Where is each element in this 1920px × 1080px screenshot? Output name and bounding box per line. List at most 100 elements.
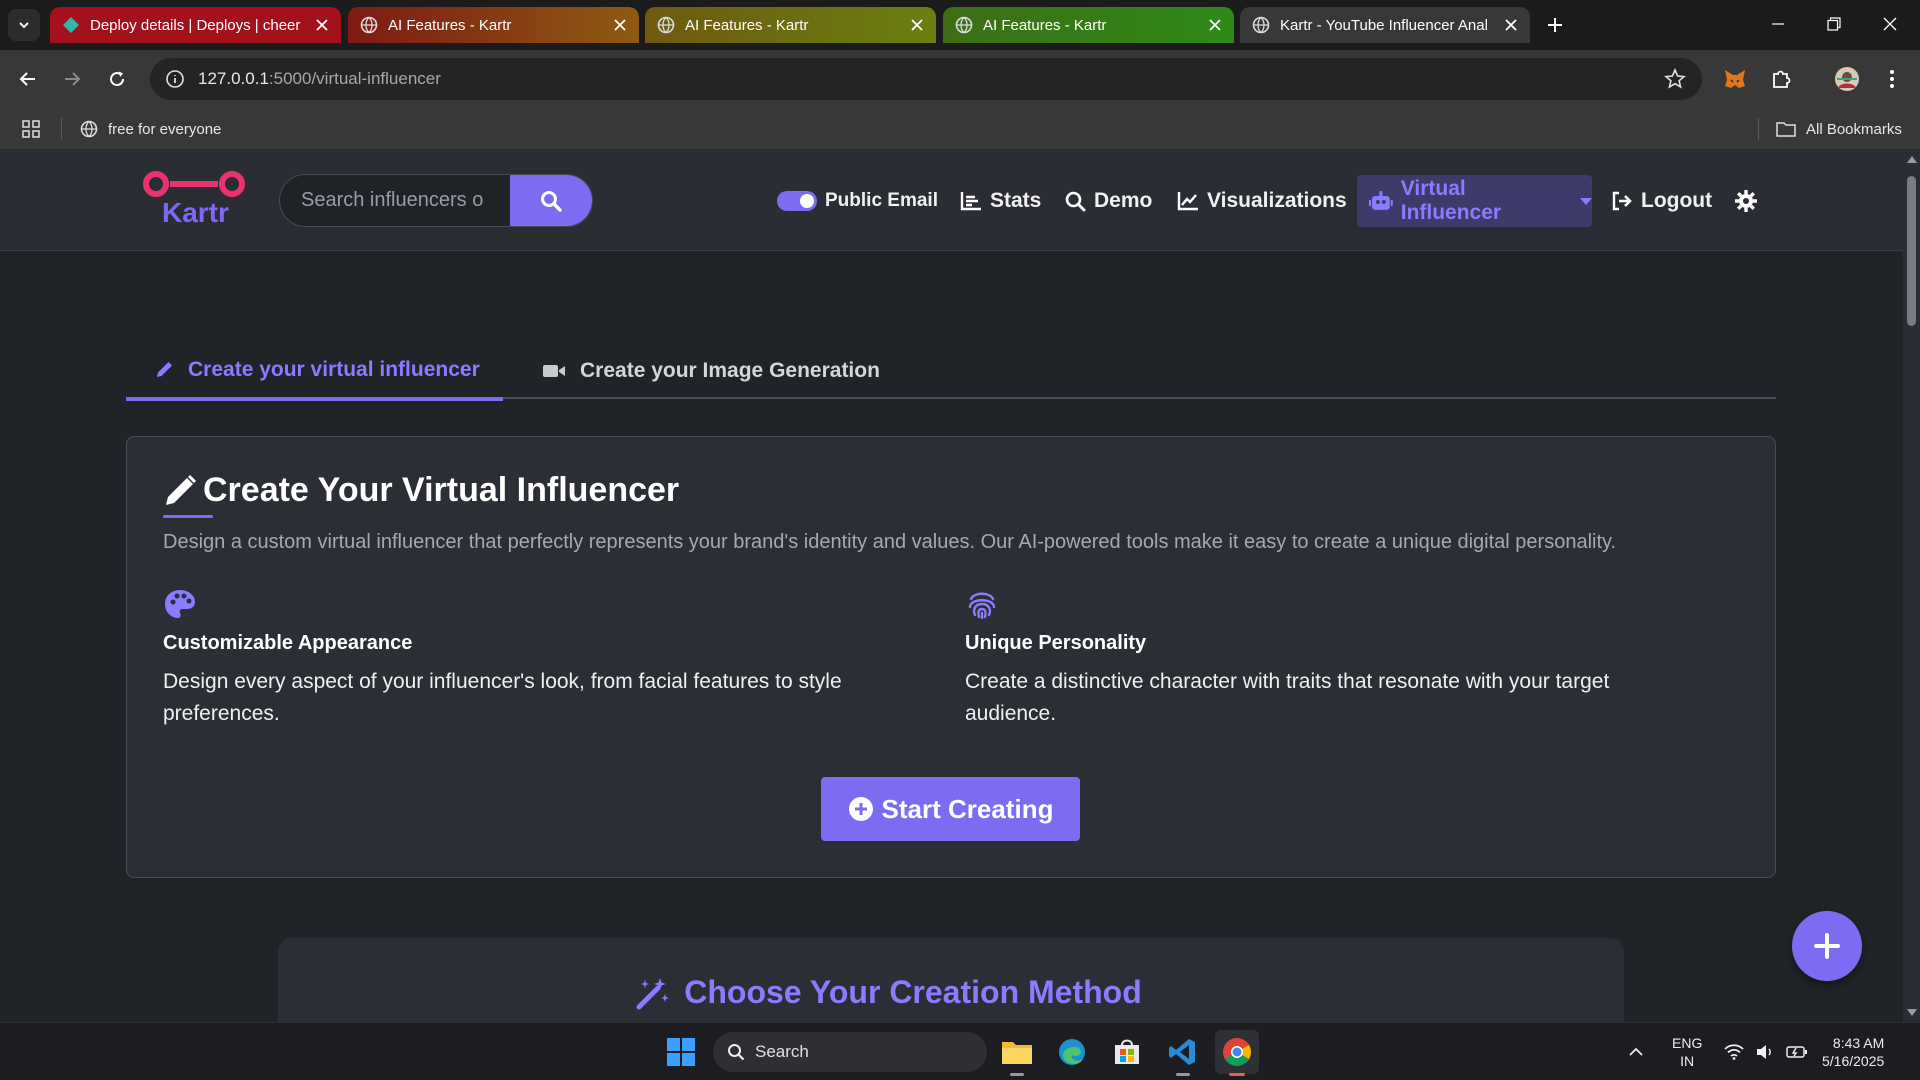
robot-icon	[1369, 191, 1393, 210]
search-button[interactable]	[510, 175, 592, 226]
edge-browser-icon	[1059, 1039, 1085, 1065]
search-input[interactable]	[280, 175, 512, 226]
nav-stats-link[interactable]: Stats	[960, 180, 1041, 222]
tab-title: AI Features - Kartr	[983, 16, 1107, 34]
arrow-right-icon	[65, 72, 81, 86]
close-icon[interactable]	[611, 16, 629, 34]
fingerprint-icon	[968, 592, 996, 620]
plus-icon	[1814, 933, 1840, 959]
plus-circle-icon	[848, 797, 873, 821]
start-button[interactable]	[659, 1030, 703, 1074]
page-viewport: Kartr Public Email Stats Demo Visualizat…	[0, 150, 1920, 1022]
tray-overflow-button[interactable]	[1628, 1023, 1644, 1080]
nav-logout-link[interactable]: Logout	[1611, 180, 1712, 222]
reload-button[interactable]	[101, 63, 133, 95]
running-indicator	[1176, 1073, 1190, 1076]
all-bookmarks-label: All Bookmarks	[1806, 120, 1902, 138]
tab-search-button[interactable]	[8, 9, 40, 41]
nav-logout-label: Logout	[1641, 189, 1713, 212]
nav-demo-link[interactable]: Demo	[1065, 180, 1152, 222]
vscode-button[interactable]	[1160, 1030, 1204, 1074]
running-indicator	[1010, 1073, 1024, 1076]
start-creating-button[interactable]: Start Creating	[821, 777, 1080, 841]
browser-menu-icon[interactable]	[1876, 63, 1908, 95]
pencil-icon	[157, 362, 172, 377]
card-title: Create Your Virtual Influencer	[163, 471, 679, 510]
search-icon	[728, 1044, 745, 1061]
system-status-icons[interactable]	[1724, 1023, 1808, 1080]
close-icon[interactable]	[1206, 16, 1224, 34]
nav-virtual-influencer-dropdown[interactable]: Virtual Influencer	[1357, 175, 1592, 227]
metamask-extension-icon[interactable]	[1719, 63, 1751, 95]
floating-add-button[interactable]	[1792, 911, 1862, 981]
restore-icon	[1827, 17, 1841, 31]
minimize-button[interactable]	[1750, 0, 1806, 48]
tab-image-generation[interactable]: Create your Image Generation	[542, 343, 880, 399]
bar-chart-icon	[960, 192, 981, 211]
create-influencer-card: Create Your Virtual Influencer Design a …	[126, 436, 1776, 878]
logo-mark-icon	[143, 171, 245, 197]
tab-create-influencer[interactable]: Create your virtual influencer	[126, 343, 503, 401]
close-icon[interactable]	[908, 16, 926, 34]
close-icon[interactable]	[1502, 16, 1520, 34]
site-info-icon[interactable]	[164, 68, 186, 90]
date-label: 5/16/2025	[1822, 1053, 1885, 1069]
address-bar[interactable]: 127.0.0.1:5000/virtual-influencer	[150, 58, 1702, 100]
scrollbar-thumb[interactable]	[1907, 176, 1916, 326]
wifi-icon	[1724, 1044, 1744, 1060]
browser-tab[interactable]: Deploy details | Deploys | cheer	[50, 7, 341, 43]
start-creating-label: Start Creating	[881, 793, 1054, 824]
toggle-switch[interactable]	[777, 191, 817, 211]
tab-title: Kartr - YouTube Influencer Anal	[1280, 16, 1488, 34]
forward-button[interactable]	[56, 63, 88, 95]
bookmark-star-icon[interactable]	[1664, 67, 1686, 95]
scroll-down-arrow-icon[interactable]	[1907, 1009, 1917, 1016]
restore-button[interactable]	[1806, 0, 1862, 48]
bookmark-item[interactable]: free for everyone	[80, 108, 221, 150]
nav-demo-label: Demo	[1094, 189, 1153, 212]
all-bookmarks-button[interactable]: All Bookmarks	[1776, 108, 1902, 150]
browser-tab-active[interactable]: Kartr - YouTube Influencer Anal	[1240, 7, 1530, 43]
browser-tab-strip: Deploy details | Deploys | cheer AI Feat…	[0, 0, 1920, 50]
pen-icon	[166, 474, 197, 505]
nav-visualizations-label: Visualizations	[1207, 189, 1347, 212]
feature-title: Customizable Appearance	[163, 632, 413, 654]
close-window-button[interactable]	[1862, 0, 1918, 48]
file-explorer-button[interactable]	[995, 1030, 1039, 1074]
close-icon[interactable]	[313, 16, 331, 34]
edge-button[interactable]	[1050, 1030, 1094, 1074]
taskbar-search[interactable]: Search	[713, 1032, 987, 1072]
creation-method-title-text: Choose Your Creation Method	[684, 974, 1142, 1010]
browser-tab[interactable]: AI Features - Kartr	[645, 7, 936, 43]
feature-title: Unique Personality	[965, 632, 1147, 654]
site-navbar: Kartr Public Email Stats Demo Visualizat…	[0, 150, 1903, 251]
extensions-puzzle-icon[interactable]	[1765, 63, 1797, 95]
profile-avatar[interactable]	[1831, 63, 1863, 95]
kartr-logo[interactable]: Kartr	[142, 170, 252, 230]
tab-title: AI Features - Kartr	[388, 16, 512, 34]
tab-image-generation-label: Create your Image Generation	[580, 359, 880, 382]
browser-tab[interactable]: AI Features - Kartr	[348, 7, 639, 43]
clock[interactable]: 8:43 AM 5/16/2025	[1822, 1023, 1884, 1080]
new-tab-button[interactable]	[1540, 10, 1570, 40]
netlify-icon	[62, 16, 80, 34]
nav-virtual-influencer-label: Virtual Influencer	[1400, 177, 1502, 224]
gear-icon	[1735, 190, 1757, 212]
nav-visualizations-link[interactable]: Visualizations	[1177, 180, 1347, 222]
volume-icon	[1757, 1045, 1771, 1059]
title-underline	[163, 515, 213, 518]
browser-tab[interactable]: AI Features - Kartr	[943, 7, 1234, 43]
theme-settings-button[interactable]	[1734, 180, 1758, 222]
tab-title: Deploy details | Deploys | cheer	[90, 16, 301, 34]
page-scrollbar[interactable]	[1903, 150, 1920, 1022]
url-path: :5000/virtual-influencer	[268, 69, 441, 88]
chrome-button[interactable]	[1215, 1030, 1259, 1074]
scroll-up-arrow-icon[interactable]	[1907, 156, 1917, 163]
back-button[interactable]	[12, 63, 44, 95]
apps-button[interactable]	[22, 108, 40, 150]
ms-store-button[interactable]	[1105, 1030, 1149, 1074]
bookmarks-bar: free for everyone All Bookmarks	[0, 108, 1920, 150]
public-email-toggle[interactable]: Public Email	[777, 180, 938, 222]
language-indicator[interactable]: ENG IN	[1672, 1023, 1702, 1080]
vscode-icon	[1169, 1039, 1195, 1065]
